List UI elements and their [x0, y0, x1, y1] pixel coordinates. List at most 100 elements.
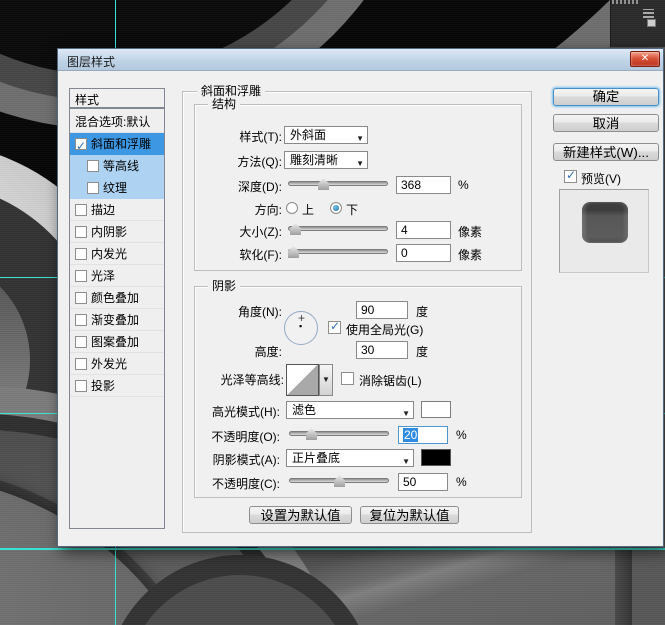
technique-dropdown[interactable]: 雕刻清晰 ▼ [284, 151, 368, 169]
depth-input[interactable]: 368 [396, 176, 451, 194]
shadow-opacity-slider[interactable] [289, 474, 389, 487]
depth-slider[interactable] [288, 177, 388, 190]
angle-unit: 度 [416, 305, 429, 319]
highlight-opacity-slider[interactable] [289, 427, 389, 440]
shadow-mode-dropdown[interactable]: 正片叠底 ▼ [286, 449, 414, 467]
direction-down-label: 下 [346, 203, 359, 217]
styles-list: 混合选项:默认 ✓ 斜面和浮雕 等高线 纹理 描边 内阴影 内发光 光泽 颜色叠加… [69, 108, 165, 529]
outer-glow-checkbox[interactable] [75, 358, 87, 370]
styles-item-stroke[interactable]: 描边 [70, 199, 164, 221]
shading-group-title: 阴影 [208, 279, 241, 293]
gradient-overlay-checkbox[interactable] [75, 314, 87, 326]
dialog-title: 图层样式 [67, 55, 116, 69]
dropdown-arrow-icon: ▼ [356, 134, 364, 143]
pattern-overlay-checkbox[interactable] [75, 336, 87, 348]
close-icon: ✕ [640, 53, 650, 64]
direction-up-radio[interactable] [286, 202, 298, 214]
satin-checkbox[interactable] [75, 270, 87, 282]
styles-item-inner-shadow[interactable]: 内阴影 [70, 221, 164, 243]
highlight-mode-value: 滤色 [292, 403, 317, 417]
make-default-button[interactable]: 设置为默认值 [249, 506, 352, 524]
dropdown-arrow-icon: ▼ [322, 375, 330, 384]
reset-default-button[interactable]: 复位为默认值 [360, 506, 459, 524]
highlight-opacity-input[interactable]: 20 [398, 426, 448, 444]
soften-slider-track[interactable] [288, 249, 388, 254]
angle-center-dot-icon: ▪ [299, 321, 303, 331]
shadow-color-swatch[interactable] [421, 449, 451, 466]
shadow-mode-label: 阴影模式(A): [212, 453, 280, 467]
dialog-body: 样式 混合选项:默认 ✓ 斜面和浮雕 等高线 纹理 描边 内阴影 内发光 光泽 颜… [58, 71, 663, 546]
color-overlay-checkbox[interactable] [75, 292, 87, 304]
bevel-emboss-group-title: 斜面和浮雕 [197, 84, 266, 98]
shadow-opacity-thumb[interactable] [334, 475, 345, 487]
close-button[interactable]: ✕ [630, 51, 660, 67]
shadow-opacity-label: 不透明度(C): [212, 477, 280, 491]
highlight-mode-dropdown[interactable]: 滤色 ▼ [286, 401, 414, 419]
drop-shadow-checkbox[interactable] [75, 380, 87, 392]
cancel-button[interactable]: 取消 [553, 114, 659, 132]
style-dropdown[interactable]: 外斜面 ▼ [284, 126, 368, 144]
styles-item-label: 光泽 [91, 269, 116, 283]
depth-slider-thumb[interactable] [318, 178, 329, 190]
size-slider-track[interactable] [288, 226, 388, 231]
styles-item-label: 斜面和浮雕 [91, 137, 152, 151]
soften-slider[interactable] [288, 245, 388, 258]
structure-group-title: 结构 [208, 97, 241, 111]
inner-shadow-checkbox[interactable] [75, 226, 87, 238]
angle-input[interactable]: 90 [356, 301, 408, 319]
highlight-mode-label: 高光模式(H): [212, 405, 280, 419]
dialog-titlebar[interactable]: 图层样式 ✕ [58, 49, 663, 71]
preview-checkbox[interactable]: ✓ [564, 168, 577, 183]
styles-item-outer-glow[interactable]: 外发光 [70, 353, 164, 375]
styles-item-gradient-overlay[interactable]: 渐变叠加 [70, 309, 164, 331]
styles-item-drop-shadow[interactable]: 投影 [70, 375, 164, 397]
anti-alias-label: 消除锯齿(L) [359, 374, 422, 388]
direction-label: 方向: [254, 203, 282, 217]
angle-label: 角度(N): [238, 305, 282, 319]
styles-item-bevel-emboss[interactable]: ✓ 斜面和浮雕 [70, 133, 164, 155]
styles-item-color-overlay[interactable]: 颜色叠加 [70, 287, 164, 309]
size-input[interactable]: 4 [396, 221, 451, 239]
size-slider-thumb[interactable] [290, 223, 301, 235]
soften-slider-thumb[interactable] [288, 246, 299, 258]
shadow-opacity-input[interactable]: 50 [398, 473, 448, 491]
altitude-input[interactable]: 30 [356, 341, 408, 359]
styles-item-contour[interactable]: 等高线 [70, 155, 164, 177]
ok-button[interactable]: 确定 [553, 88, 659, 106]
soften-input[interactable]: 0 [396, 244, 451, 262]
highlight-color-swatch[interactable] [421, 401, 451, 418]
contour-checkbox[interactable] [87, 160, 99, 172]
texture-checkbox[interactable] [87, 182, 99, 194]
styles-list-header: 样式 [69, 88, 165, 108]
anti-alias-checkbox[interactable] [341, 372, 354, 385]
inner-glow-checkbox[interactable] [75, 248, 87, 260]
styles-item-texture[interactable]: 纹理 [70, 177, 164, 199]
preview-thumbnail [559, 189, 649, 273]
highlight-opacity-thumb[interactable] [306, 428, 317, 440]
styles-item-blending-options[interactable]: 混合选项:默认 [70, 111, 164, 133]
bevel-emboss-checkbox[interactable]: ✓ [75, 138, 87, 153]
horizontal-guide-3[interactable] [0, 548, 665, 550]
gloss-contour-arrow[interactable]: ▼ [319, 364, 333, 396]
angle-dial[interactable]: + ▪ [284, 311, 318, 345]
styles-item-inner-glow[interactable]: 内发光 [70, 243, 164, 265]
gloss-contour-thumbnail[interactable] [286, 364, 319, 396]
direction-down-radio[interactable] [330, 202, 342, 214]
soften-value: 0 [401, 246, 408, 260]
styles-item-label: 描边 [91, 203, 116, 217]
size-value: 4 [401, 223, 408, 237]
size-slider[interactable] [288, 222, 388, 235]
new-style-button[interactable]: 新建样式(W)... [553, 143, 659, 161]
technique-dropdown-value: 雕刻清晰 [290, 153, 339, 167]
preview-label: 预览(V) [581, 172, 621, 186]
styles-item-pattern-overlay[interactable]: 图案叠加 [70, 331, 164, 353]
depth-slider-track[interactable] [288, 181, 388, 186]
highlight-opacity-track[interactable] [289, 431, 389, 436]
styles-item-label: 投影 [91, 379, 116, 393]
styles-item-satin[interactable]: 光泽 [70, 265, 164, 287]
stroke-checkbox[interactable] [75, 204, 87, 216]
shadow-opacity-value: 50 [403, 475, 417, 489]
preview-bevel-object [582, 202, 628, 243]
use-global-light-checkbox[interactable]: ✓ [328, 319, 341, 334]
styles-item-label: 内发光 [91, 247, 128, 261]
